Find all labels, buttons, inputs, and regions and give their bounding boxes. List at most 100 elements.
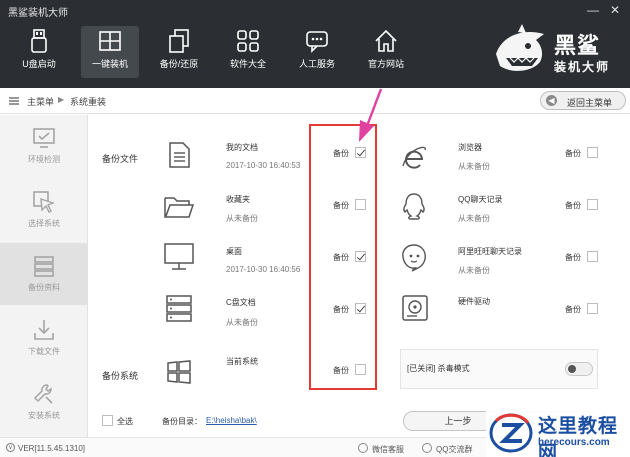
qq-group-link[interactable]: QQ交流群 xyxy=(436,444,472,455)
antivirus-mode-panel: [已关闭] 杀毒模式 xyxy=(400,349,598,389)
item-status-my-documents: 2017-10-30 16:40:53 xyxy=(226,161,301,170)
item-name-my-documents: 我的文档 xyxy=(226,143,258,152)
backup-checkbox-qq-chat[interactable] xyxy=(587,199,598,210)
nav-label: 软件大全 xyxy=(229,59,266,69)
backup-checkbox-browser[interactable] xyxy=(587,147,598,158)
document-icon xyxy=(169,142,190,168)
back-button-label: 返回主菜单 xyxy=(567,98,613,108)
qq-group-icon xyxy=(422,443,432,453)
item-name-wangwang-chat: 阿里旺旺聊天记录 xyxy=(458,247,522,256)
section-backup-files: 备份文件 xyxy=(102,154,139,164)
wechat-support-link[interactable]: 微信客服 xyxy=(372,444,404,455)
windows-logo-icon xyxy=(167,360,191,384)
item-status-favorites: 从未备份 xyxy=(226,214,258,223)
server-icon xyxy=(166,295,192,322)
item-status-qq-chat: 从未备份 xyxy=(458,214,490,223)
select-all-checkbox[interactable] xyxy=(102,415,113,426)
toggle-knob xyxy=(568,365,576,373)
wrench-icon xyxy=(33,384,53,404)
item-name-favorites: 收藏夹 xyxy=(226,195,250,204)
item-name-desktop: 桌面 xyxy=(226,247,242,256)
item-name-current-system: 当前系统 xyxy=(226,357,258,366)
home-icon xyxy=(375,29,397,52)
step-label: 下载文件 xyxy=(28,347,60,356)
breadcrumb: 主菜单 ▶ 系统重装 ◀ 返回主菜单 xyxy=(0,88,630,114)
backup-label: 备份 xyxy=(565,305,581,314)
nav-software[interactable]: 软件大全 xyxy=(219,26,277,78)
item-status-c-drive-docs: 从未备份 xyxy=(226,318,258,327)
watermark-logo-icon xyxy=(489,413,533,453)
step-select-system[interactable]: 选择系统 xyxy=(0,179,88,241)
version-text: VER[11.5.45.1310] xyxy=(18,444,86,453)
nav-backup-restore[interactable]: 备份/还原 xyxy=(150,26,208,78)
wangwang-icon xyxy=(402,244,426,272)
download-icon xyxy=(34,320,54,340)
item-name-hardware-driver: 硬件驱动 xyxy=(458,297,490,306)
brand-name: 黑鲨 xyxy=(554,33,601,58)
step-download-files[interactable]: 下载文件 xyxy=(0,307,88,369)
backup-checkbox-wangwang-chat[interactable] xyxy=(587,251,598,262)
step-install-system[interactable]: 安装系统 xyxy=(0,371,88,433)
brand-logo: 黑鲨 装机大师 xyxy=(492,24,622,78)
annotation-highlight-box xyxy=(309,124,377,390)
backup-restore-icon xyxy=(169,29,189,53)
window-title: 黑鲨装机大师 xyxy=(8,8,68,19)
nav-one-click-install[interactable]: 一键装机 xyxy=(81,26,139,78)
step-label: 环境检测 xyxy=(28,155,60,164)
item-name-c-drive-docs: C盘文档 xyxy=(226,298,256,307)
breadcrumb-current: 系统重装 xyxy=(70,97,107,107)
antivirus-mode-label: [已关闭] 杀毒模式 xyxy=(407,364,470,373)
section-backup-system: 备份系统 xyxy=(102,371,139,381)
hardware-icon xyxy=(402,295,428,321)
close-button[interactable]: ✕ xyxy=(607,2,623,18)
item-name-browser: 浏览器 xyxy=(458,143,482,152)
annotation-arrow xyxy=(359,88,383,142)
watermark-url: herecours.com xyxy=(538,437,610,448)
antivirus-mode-toggle[interactable] xyxy=(565,362,593,376)
nav-website[interactable]: 官方网站 xyxy=(357,26,415,78)
step-sidebar: 环境检测 选择系统 备份资料 下载文件 安装系统 xyxy=(0,115,88,437)
cursor-icon xyxy=(33,191,56,213)
back-arrow-icon: ◀ xyxy=(546,95,557,106)
desktop-icon xyxy=(164,243,194,270)
apps-grid-icon xyxy=(237,30,259,52)
step-label: 备份资料 xyxy=(28,283,60,292)
nav-label: 备份/还原 xyxy=(159,59,199,69)
title-bar: 黑鲨装机大师 — ✕ xyxy=(0,0,630,20)
nav-support[interactable]: 人工服务 xyxy=(288,26,346,78)
menu-icon xyxy=(9,97,19,105)
wechat-icon xyxy=(358,443,368,453)
nav-usb-boot[interactable]: U盘启动 xyxy=(10,26,68,78)
nav-label: 人工服务 xyxy=(298,59,335,69)
select-all-label: 全选 xyxy=(117,417,133,426)
backup-dir-path[interactable]: E:\heisha\bak\ xyxy=(206,416,257,425)
windows-icon xyxy=(99,31,121,51)
folder-icon xyxy=(164,197,195,218)
minimize-button[interactable]: — xyxy=(585,2,601,18)
watermark-text: 这里教程网 xyxy=(538,416,619,457)
back-to-main-button[interactable]: ◀ 返回主菜单 xyxy=(540,91,626,110)
brand-subtitle: 装机大师 xyxy=(554,60,611,74)
nav-label: U盘启动 xyxy=(22,59,56,69)
nav-label: 一键装机 xyxy=(91,59,128,69)
breadcrumb-separator: ▶ xyxy=(58,95,65,104)
ie-icon xyxy=(402,146,426,169)
step-backup-data[interactable]: 备份资料 xyxy=(0,243,88,305)
watermark: 这里教程网 herecours.com xyxy=(486,405,630,457)
step-label: 安装系统 xyxy=(28,411,60,420)
item-status-wangwang-chat: 从未备份 xyxy=(458,266,490,275)
step-label: 选择系统 xyxy=(28,219,60,228)
header: 黑鲨装机大师 — ✕ U盘启动 一键装机 备份/还原 软件大全 人工服务 官方网… xyxy=(0,0,630,88)
backup-label: 备份 xyxy=(565,149,581,158)
backup-label: 备份 xyxy=(565,201,581,210)
step-environment-check[interactable]: 环境检测 xyxy=(0,115,88,177)
backup-checkbox-hardware-driver[interactable] xyxy=(587,303,598,314)
monitor-icon xyxy=(33,128,55,148)
shark-logo-icon xyxy=(496,24,544,71)
item-name-qq-chat: QQ聊天记录 xyxy=(458,195,503,204)
item-status-desktop: 2017-10-30 16:40:56 xyxy=(226,265,301,274)
breadcrumb-root[interactable]: 主菜单 xyxy=(27,95,54,108)
version-icon: v xyxy=(6,443,15,452)
app-window: 黑鲨装机大师 — ✕ U盘启动 一键装机 备份/还原 软件大全 人工服务 官方网… xyxy=(0,0,630,457)
usb-icon xyxy=(31,29,47,53)
